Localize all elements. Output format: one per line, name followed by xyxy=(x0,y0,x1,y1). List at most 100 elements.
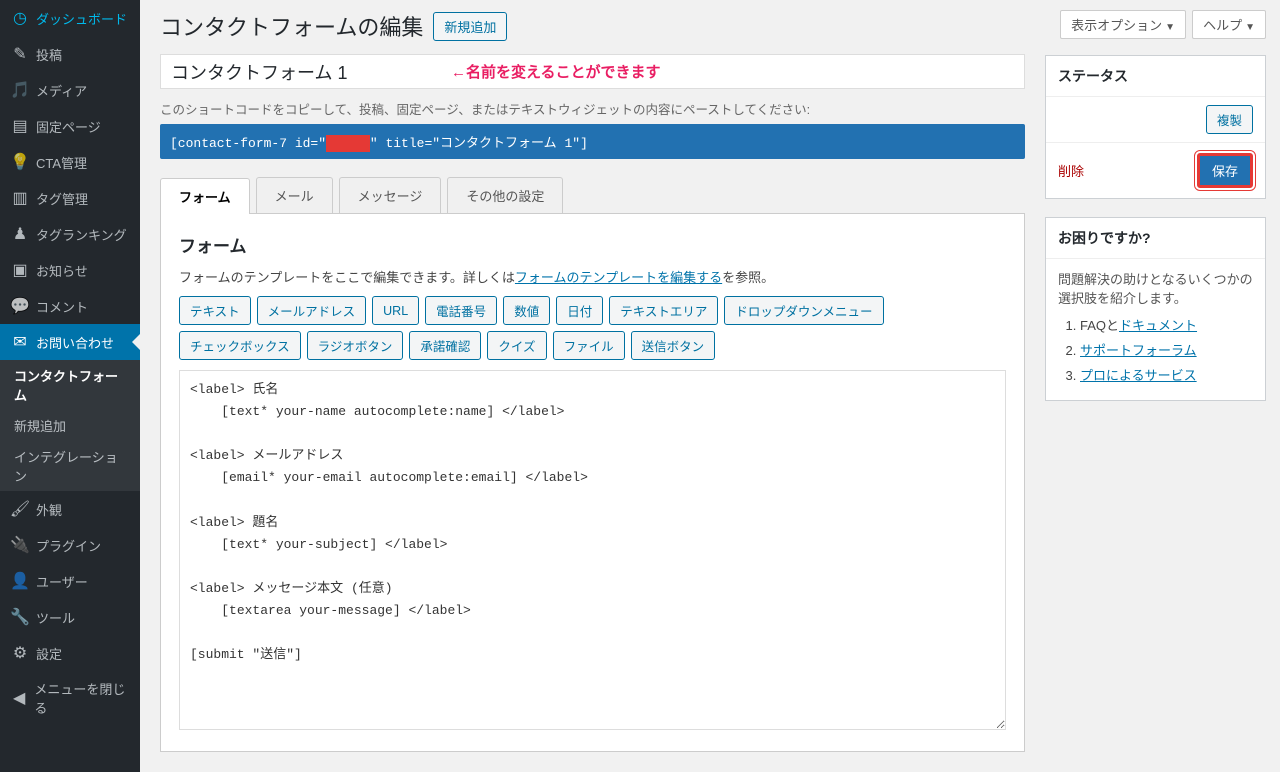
tag-generator-button[interactable]: URL xyxy=(372,296,419,325)
tag-generator-button[interactable]: ファイル xyxy=(553,331,625,360)
menu-icon: 💬 xyxy=(10,296,30,316)
sidebar-item-label: ダッシュボード xyxy=(36,9,127,28)
sidebar-item-label: ツール xyxy=(36,608,75,627)
tab-panel-form: フォーム フォームのテンプレートをここで編集できます。詳しくはフォームのテンプレ… xyxy=(160,213,1025,752)
screen-options-button[interactable]: 表示オプション▼ xyxy=(1060,10,1186,39)
sidebar-item[interactable]: 🖌外観 xyxy=(0,491,140,527)
annotation-text: ←名前を変えることができます xyxy=(451,61,661,82)
admin-sidebar: ◷ ダッシュボード ✎ 投稿 🎵メディア▤固定ページ 💡 CTA管理 ▥ タグ管理 ♟ タグランキン… xyxy=(0,0,140,772)
help-link-item: プロによるサービス xyxy=(1080,365,1253,384)
menu-icon: ♟ xyxy=(10,224,30,244)
menu-icon: 🖌 xyxy=(10,499,30,519)
sidebar-item[interactable]: ◀ メニューを閉じる xyxy=(0,671,140,725)
menu-icon: 🔧 xyxy=(10,607,30,627)
sidebar-item[interactable]: ✎ 投稿 xyxy=(0,36,140,72)
sidebar-item-label: 設定 xyxy=(36,644,62,663)
sidebar-item-label: メディア xyxy=(36,81,87,100)
sidebar-item-label: 投稿 xyxy=(36,45,62,64)
sidebar-item-label: お問い合わせ xyxy=(36,333,114,352)
add-new-button[interactable]: 新規追加 xyxy=(433,12,507,41)
sidebar-item[interactable]: ▣ お知らせ xyxy=(0,252,140,288)
delete-link[interactable]: 削除 xyxy=(1058,161,1084,180)
sidebar-item[interactable]: ▥ タグ管理 xyxy=(0,180,140,216)
tag-generator-button[interactable]: テキスト xyxy=(179,296,251,325)
sidebar-item[interactable]: 💡 CTA管理 xyxy=(0,144,140,180)
menu-icon: ✉ xyxy=(10,332,30,352)
help-button[interactable]: ヘルプ▼ xyxy=(1192,10,1266,39)
sidebar-item-label: お知らせ xyxy=(36,261,88,280)
help-link[interactable]: プロによるサービス xyxy=(1080,368,1197,383)
sidebar-item[interactable]: 🔌 プラグイン xyxy=(0,527,140,563)
form-title-input[interactable] xyxy=(171,61,421,82)
tab[interactable]: フォーム xyxy=(160,178,250,214)
sidebar-item-label: ユーザー xyxy=(36,572,88,591)
sidebar-item-label: CTA管理 xyxy=(36,153,87,172)
tag-generator-button[interactable]: チェックボックス xyxy=(179,331,301,360)
sidebar-subitem[interactable]: 新規追加 xyxy=(0,410,140,441)
tab[interactable]: メール xyxy=(256,177,333,213)
tab[interactable]: メッセージ xyxy=(339,177,442,213)
form-template-textarea[interactable] xyxy=(179,370,1006,730)
right-column: 表示オプション▼ ヘルプ▼ ステータス 複製 削除 保存 お困りですか? 問題解… xyxy=(1045,0,1280,772)
shortcode-post: " title="コンタクトフォーム 1"] xyxy=(370,136,588,151)
menu-icon: 👤 xyxy=(10,571,30,591)
menu-icon: 🔌 xyxy=(10,535,30,555)
tag-generator-button[interactable]: テキストエリア xyxy=(609,296,718,325)
help-text: 問題解決の助けとなるいくつかの選択肢を紹介します。 xyxy=(1058,269,1253,307)
page-title: コンタクトフォームの編集 xyxy=(160,10,423,42)
template-edit-link[interactable]: フォームのテンプレートを編集する xyxy=(515,270,722,285)
sidebar-item-label: メニューを閉じる xyxy=(34,679,130,717)
tag-generator-button[interactable]: 送信ボタン xyxy=(631,331,716,360)
menu-icon: ▤ xyxy=(10,116,30,136)
menu-icon: 💡 xyxy=(10,152,30,172)
tag-generator-button[interactable]: ドロップダウンメニュー xyxy=(724,296,883,325)
sidebar-item-label: タグ管理 xyxy=(36,189,88,208)
save-button[interactable]: 保存 xyxy=(1197,153,1253,188)
tag-generator-button[interactable]: 電話番号 xyxy=(425,296,497,325)
shortcode-description: このショートコードをコピーして、投稿、固定ページ、またはテキストウィジェットの内… xyxy=(160,99,1025,118)
sidebar-item[interactable]: ♟ タグランキング xyxy=(0,216,140,252)
tag-generator-buttons: テキストメールアドレスURL電話番号数値日付テキストエリアドロップダウンメニュー… xyxy=(179,296,1006,360)
sidebar-item[interactable]: ⚙ 設定 xyxy=(0,635,140,671)
help-box: お困りですか? 問題解決の助けとなるいくつかの選択肢を紹介します。 FAQとドキ… xyxy=(1045,217,1266,401)
tab[interactable]: その他の設定 xyxy=(447,177,563,213)
sidebar-submenu: コンタクトフォーム新規追加インテグレーション xyxy=(0,360,140,491)
tab-list: フォームメールメッセージその他の設定 xyxy=(160,177,1025,213)
status-title: ステータス xyxy=(1046,56,1265,97)
menu-icon: ▣ xyxy=(10,260,30,280)
tag-generator-button[interactable]: 承諾確認 xyxy=(409,331,481,360)
sidebar-subitem[interactable]: コンタクトフォーム xyxy=(0,360,140,410)
menu-icon: ⚙ xyxy=(10,643,30,663)
redacted-id xyxy=(326,135,370,152)
help-link[interactable]: サポートフォーラム xyxy=(1080,343,1197,358)
menu-icon: ▥ xyxy=(10,188,30,208)
sidebar-item[interactable]: 💬 コメント xyxy=(0,288,140,324)
sidebar-item[interactable]: 🔧 ツール xyxy=(0,599,140,635)
help-link[interactable]: ドキュメント xyxy=(1119,318,1197,333)
help-title: お困りですか? xyxy=(1046,218,1265,259)
sidebar-item[interactable]: 👤 ユーザー xyxy=(0,563,140,599)
caret-down-icon: ▼ xyxy=(1245,22,1255,33)
sidebar-item-label: プラグイン xyxy=(36,536,101,555)
sidebar-subitem[interactable]: インテグレーション xyxy=(0,441,140,491)
tag-generator-button[interactable]: 数値 xyxy=(503,296,550,325)
menu-icon: ✎ xyxy=(10,44,30,64)
tag-generator-button[interactable]: 日付 xyxy=(556,296,603,325)
sidebar-item[interactable]: 🎵メディア xyxy=(0,72,140,108)
tag-generator-button[interactable]: メールアドレス xyxy=(257,296,367,325)
menu-icon: ◷ xyxy=(10,8,30,28)
panel-description: フォームのテンプレートをここで編集できます。詳しくはフォームのテンプレートを編集… xyxy=(179,267,1006,286)
sidebar-item-label: タグランキング xyxy=(36,225,127,244)
shortcode-box[interactable]: [contact-form-7 id=" " title="コンタクトフォーム … xyxy=(160,124,1025,159)
tag-generator-button[interactable]: ラジオボタン xyxy=(307,331,404,360)
help-link-list: FAQとドキュメントサポートフォーラムプロによるサービス xyxy=(1058,315,1253,384)
sidebar-item[interactable]: ◷ ダッシュボード xyxy=(0,0,140,36)
duplicate-button[interactable]: 複製 xyxy=(1206,105,1253,134)
sidebar-item[interactable]: ✉ お問い合わせ xyxy=(0,324,140,360)
help-link-item: サポートフォーラム xyxy=(1080,340,1253,359)
sidebar-item[interactable]: ▤固定ページ xyxy=(0,108,140,144)
tag-generator-button[interactable]: クイズ xyxy=(487,331,546,360)
menu-icon: ◀ xyxy=(10,688,28,708)
status-box: ステータス 複製 削除 保存 xyxy=(1045,55,1266,199)
sidebar-item-label: コメント xyxy=(36,297,88,316)
